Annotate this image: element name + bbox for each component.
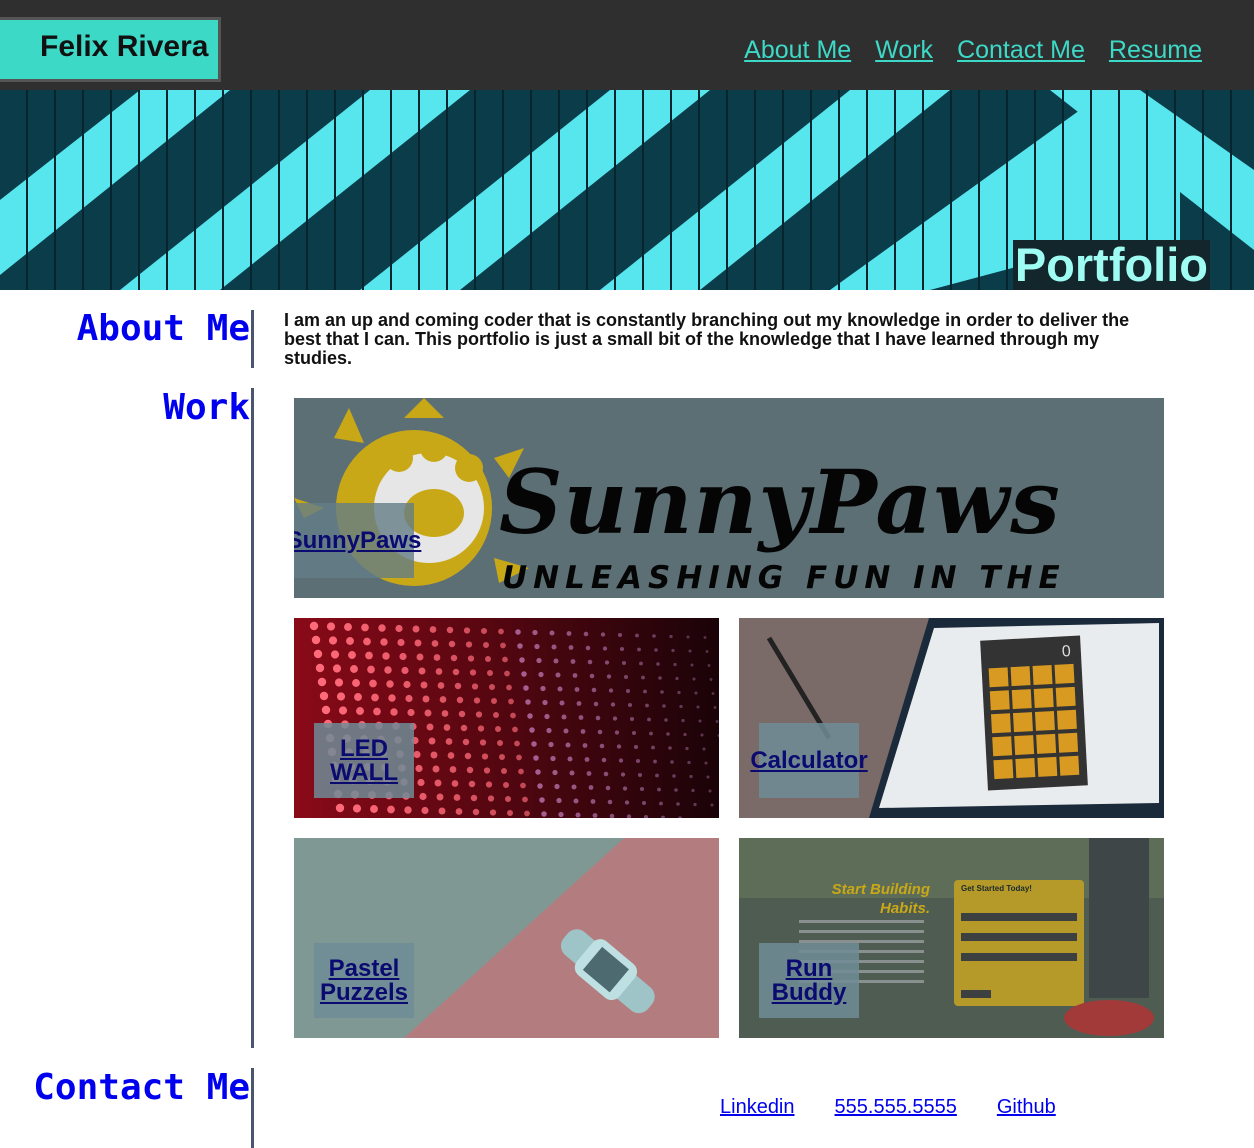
calculator-display: 0: [1061, 643, 1071, 660]
project-link-calculator[interactable]: Calculator: [750, 723, 868, 798]
project-link-led-wall[interactable]: LED WALL: [314, 723, 414, 798]
work-divider: [251, 388, 254, 1048]
project-card-calculator[interactable]: 0 Calculator: [739, 618, 1164, 818]
project-card-sunnypaws[interactable]: SunnyPaws UNLEASHING FUN IN THE SUN Sunn…: [294, 398, 1164, 598]
nav-contact-me[interactable]: Contact Me: [957, 36, 1085, 65]
project-card-run-buddy[interactable]: Start Building Habits. Get Started Today…: [739, 838, 1164, 1038]
project-card-led-wall[interactable]: LED WALL: [294, 618, 719, 818]
nav-resume[interactable]: Resume: [1109, 36, 1202, 65]
about-text: I am an up and coming coder that is cons…: [284, 310, 1130, 368]
about-divider: [251, 310, 254, 368]
contact-link-github[interactable]: Github: [997, 1096, 1056, 1119]
site-logo[interactable]: Felix Rivera: [0, 17, 221, 82]
contact-divider: [251, 1068, 254, 1148]
work-heading: Work: [163, 387, 250, 428]
hero-title: Portfolio: [1012, 238, 1210, 290]
site-name: Felix Rivera: [40, 30, 209, 63]
main-nav: About Me Work Contact Me Resume: [744, 36, 1202, 65]
nav-work[interactable]: Work: [875, 36, 933, 65]
project-card-pastel-puzzels[interactable]: Pastel Puzzels: [294, 838, 719, 1038]
contact-link-linkedin[interactable]: Linkedin: [720, 1096, 795, 1119]
run-buddy-banner-title: Start Building Habits.: [831, 881, 930, 917]
project-link-sunnypaws[interactable]: SunnyPaws: [294, 503, 421, 578]
hero-banner: Portfolio: [0, 90, 1254, 290]
sunnypaws-banner-tagline: UNLEASHING FUN IN THE SUN: [502, 560, 1066, 598]
contact-link-phone[interactable]: 555.555.5555: [835, 1096, 957, 1119]
about-heading: About Me: [76, 308, 250, 349]
run-buddy-form-title: Get Started Today!: [961, 884, 1032, 893]
contact-heading: Contact Me: [33, 1067, 250, 1108]
project-link-run-buddy[interactable]: Run Buddy: [759, 943, 859, 1018]
contact-links: Linkedin 555.555.5555 Github: [720, 1096, 1056, 1119]
nav-about-me[interactable]: About Me: [744, 36, 851, 65]
sunnypaws-banner-title: SunnyPaws: [499, 450, 1061, 554]
project-link-pastel-puzzels[interactable]: Pastel Puzzels: [314, 943, 414, 1018]
site-header: Felix Rivera About Me Work Contact Me Re…: [0, 0, 1254, 90]
